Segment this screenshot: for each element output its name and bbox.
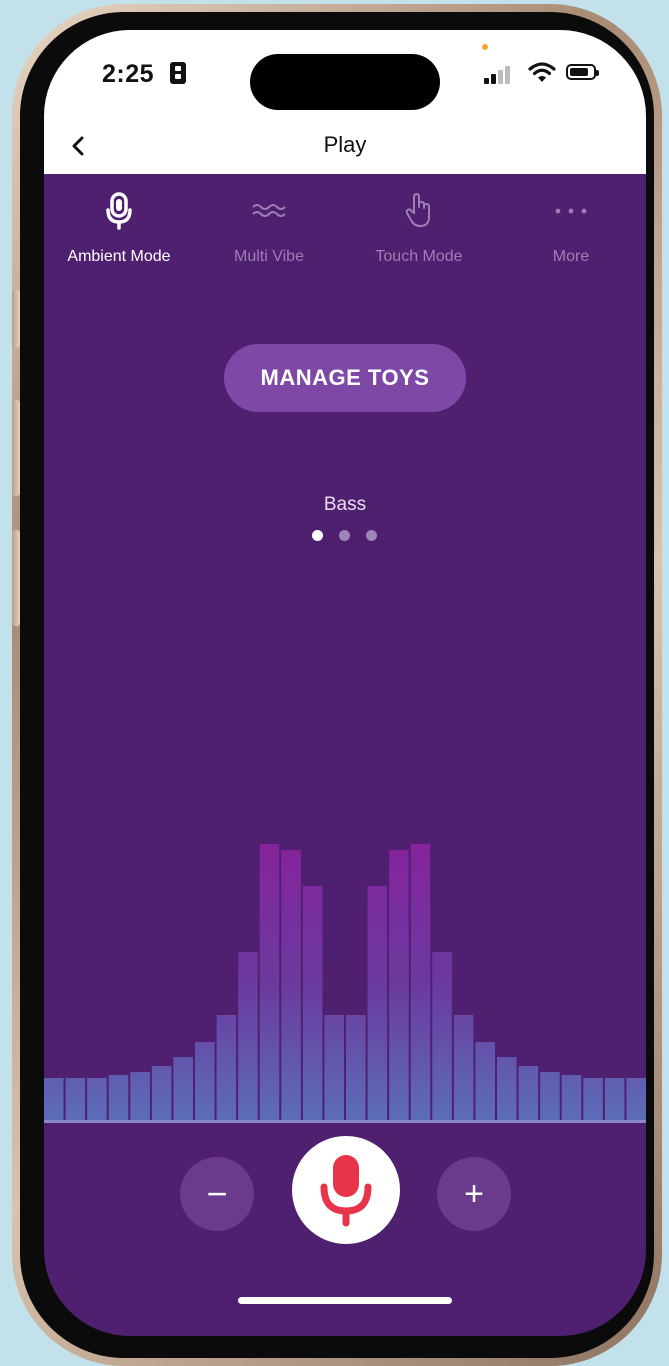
preset-label: Bass <box>323 494 367 515</box>
minus-icon: − <box>206 1173 228 1214</box>
manage-toys-button[interactable]: MANAGE TOYS <box>224 344 466 412</box>
tab-touch-mode[interactable]: Touch Mode <box>344 190 494 270</box>
visualizer-bar <box>281 850 301 1120</box>
visualizer-bar <box>367 886 388 1120</box>
visualizer-bar <box>497 1057 517 1120</box>
page-indicator <box>312 530 382 542</box>
volume-up-button <box>12 400 20 496</box>
visualizer-bar <box>626 1078 646 1120</box>
visualizer-bar <box>453 1015 474 1120</box>
cellular-signal-icon <box>484 64 512 84</box>
visualizer-bar <box>238 952 258 1120</box>
tab-ambient-mode[interactable]: Ambient Mode <box>44 190 194 270</box>
visualizer-bar <box>259 844 280 1120</box>
visualizer-bar <box>173 1057 193 1120</box>
visualizer-bar <box>195 1042 215 1120</box>
increase-button[interactable]: + <box>437 1157 511 1231</box>
visualizer-baseline <box>44 1120 646 1123</box>
microphone-button[interactable] <box>292 1136 400 1244</box>
nav-header: Play <box>44 128 646 174</box>
audio-visualizer <box>44 844 646 1120</box>
privacy-indicator-dot <box>482 44 488 50</box>
dynamic-island <box>250 54 440 110</box>
visualizer-bar <box>475 1042 495 1120</box>
visualizer-bar <box>87 1078 107 1120</box>
app-screen: 2:25 Play Ambient Mode Multi Vibe Touch … <box>44 30 646 1336</box>
visualizer-bar <box>65 1078 86 1120</box>
visualizer-bar <box>108 1075 129 1120</box>
mode-tabs: Ambient Mode Multi Vibe Touch Mode More <box>44 190 646 270</box>
visualizer-bar <box>540 1072 560 1120</box>
status-time: 2:25 <box>102 60 155 88</box>
plus-icon: + <box>464 1175 484 1213</box>
battery-icon <box>566 64 599 80</box>
visualizer-bar <box>44 1078 64 1120</box>
microphone-icon <box>320 1155 372 1227</box>
status-bar: 2:25 <box>44 30 646 128</box>
visualizer-bar <box>410 844 431 1120</box>
visualizer-bar <box>432 952 452 1120</box>
tab-label: Multi Vibe <box>234 248 304 265</box>
microphone-icon <box>106 192 132 230</box>
tab-label: Ambient Mode <box>67 248 171 265</box>
visualizer-bar <box>583 1078 603 1120</box>
visualizer-bar <box>324 1015 344 1120</box>
tab-more[interactable]: More <box>496 190 646 270</box>
tab-label: Touch Mode <box>375 248 463 265</box>
visualizer-bar <box>604 1078 625 1120</box>
sim-card-icon <box>170 62 186 84</box>
home-indicator[interactable] <box>238 1297 452 1304</box>
wifi-icon <box>528 62 556 82</box>
page-title: Play <box>323 132 367 157</box>
visualizer-bar <box>561 1075 582 1120</box>
page-dot[interactable] <box>366 530 377 541</box>
tab-multi-vibe[interactable]: Multi Vibe <box>194 190 344 270</box>
visualizer-bar <box>130 1072 150 1120</box>
visualizer-bar <box>216 1015 237 1120</box>
waves-icon <box>252 204 286 217</box>
visualizer-bar <box>151 1066 172 1120</box>
visualizer-bar <box>518 1066 539 1120</box>
more-dots-icon <box>555 208 587 214</box>
decrease-button[interactable]: − <box>180 1157 254 1231</box>
volume-down-button <box>12 530 20 626</box>
page-dot[interactable] <box>339 530 350 541</box>
visualizer-bar <box>346 1015 366 1120</box>
mute-switch <box>12 290 20 348</box>
hand-pointer-icon <box>405 193 430 227</box>
visualizer-bar <box>389 850 409 1120</box>
visualizer-bar <box>302 886 323 1120</box>
tab-label: More <box>552 248 590 265</box>
page-dot[interactable] <box>312 530 323 541</box>
